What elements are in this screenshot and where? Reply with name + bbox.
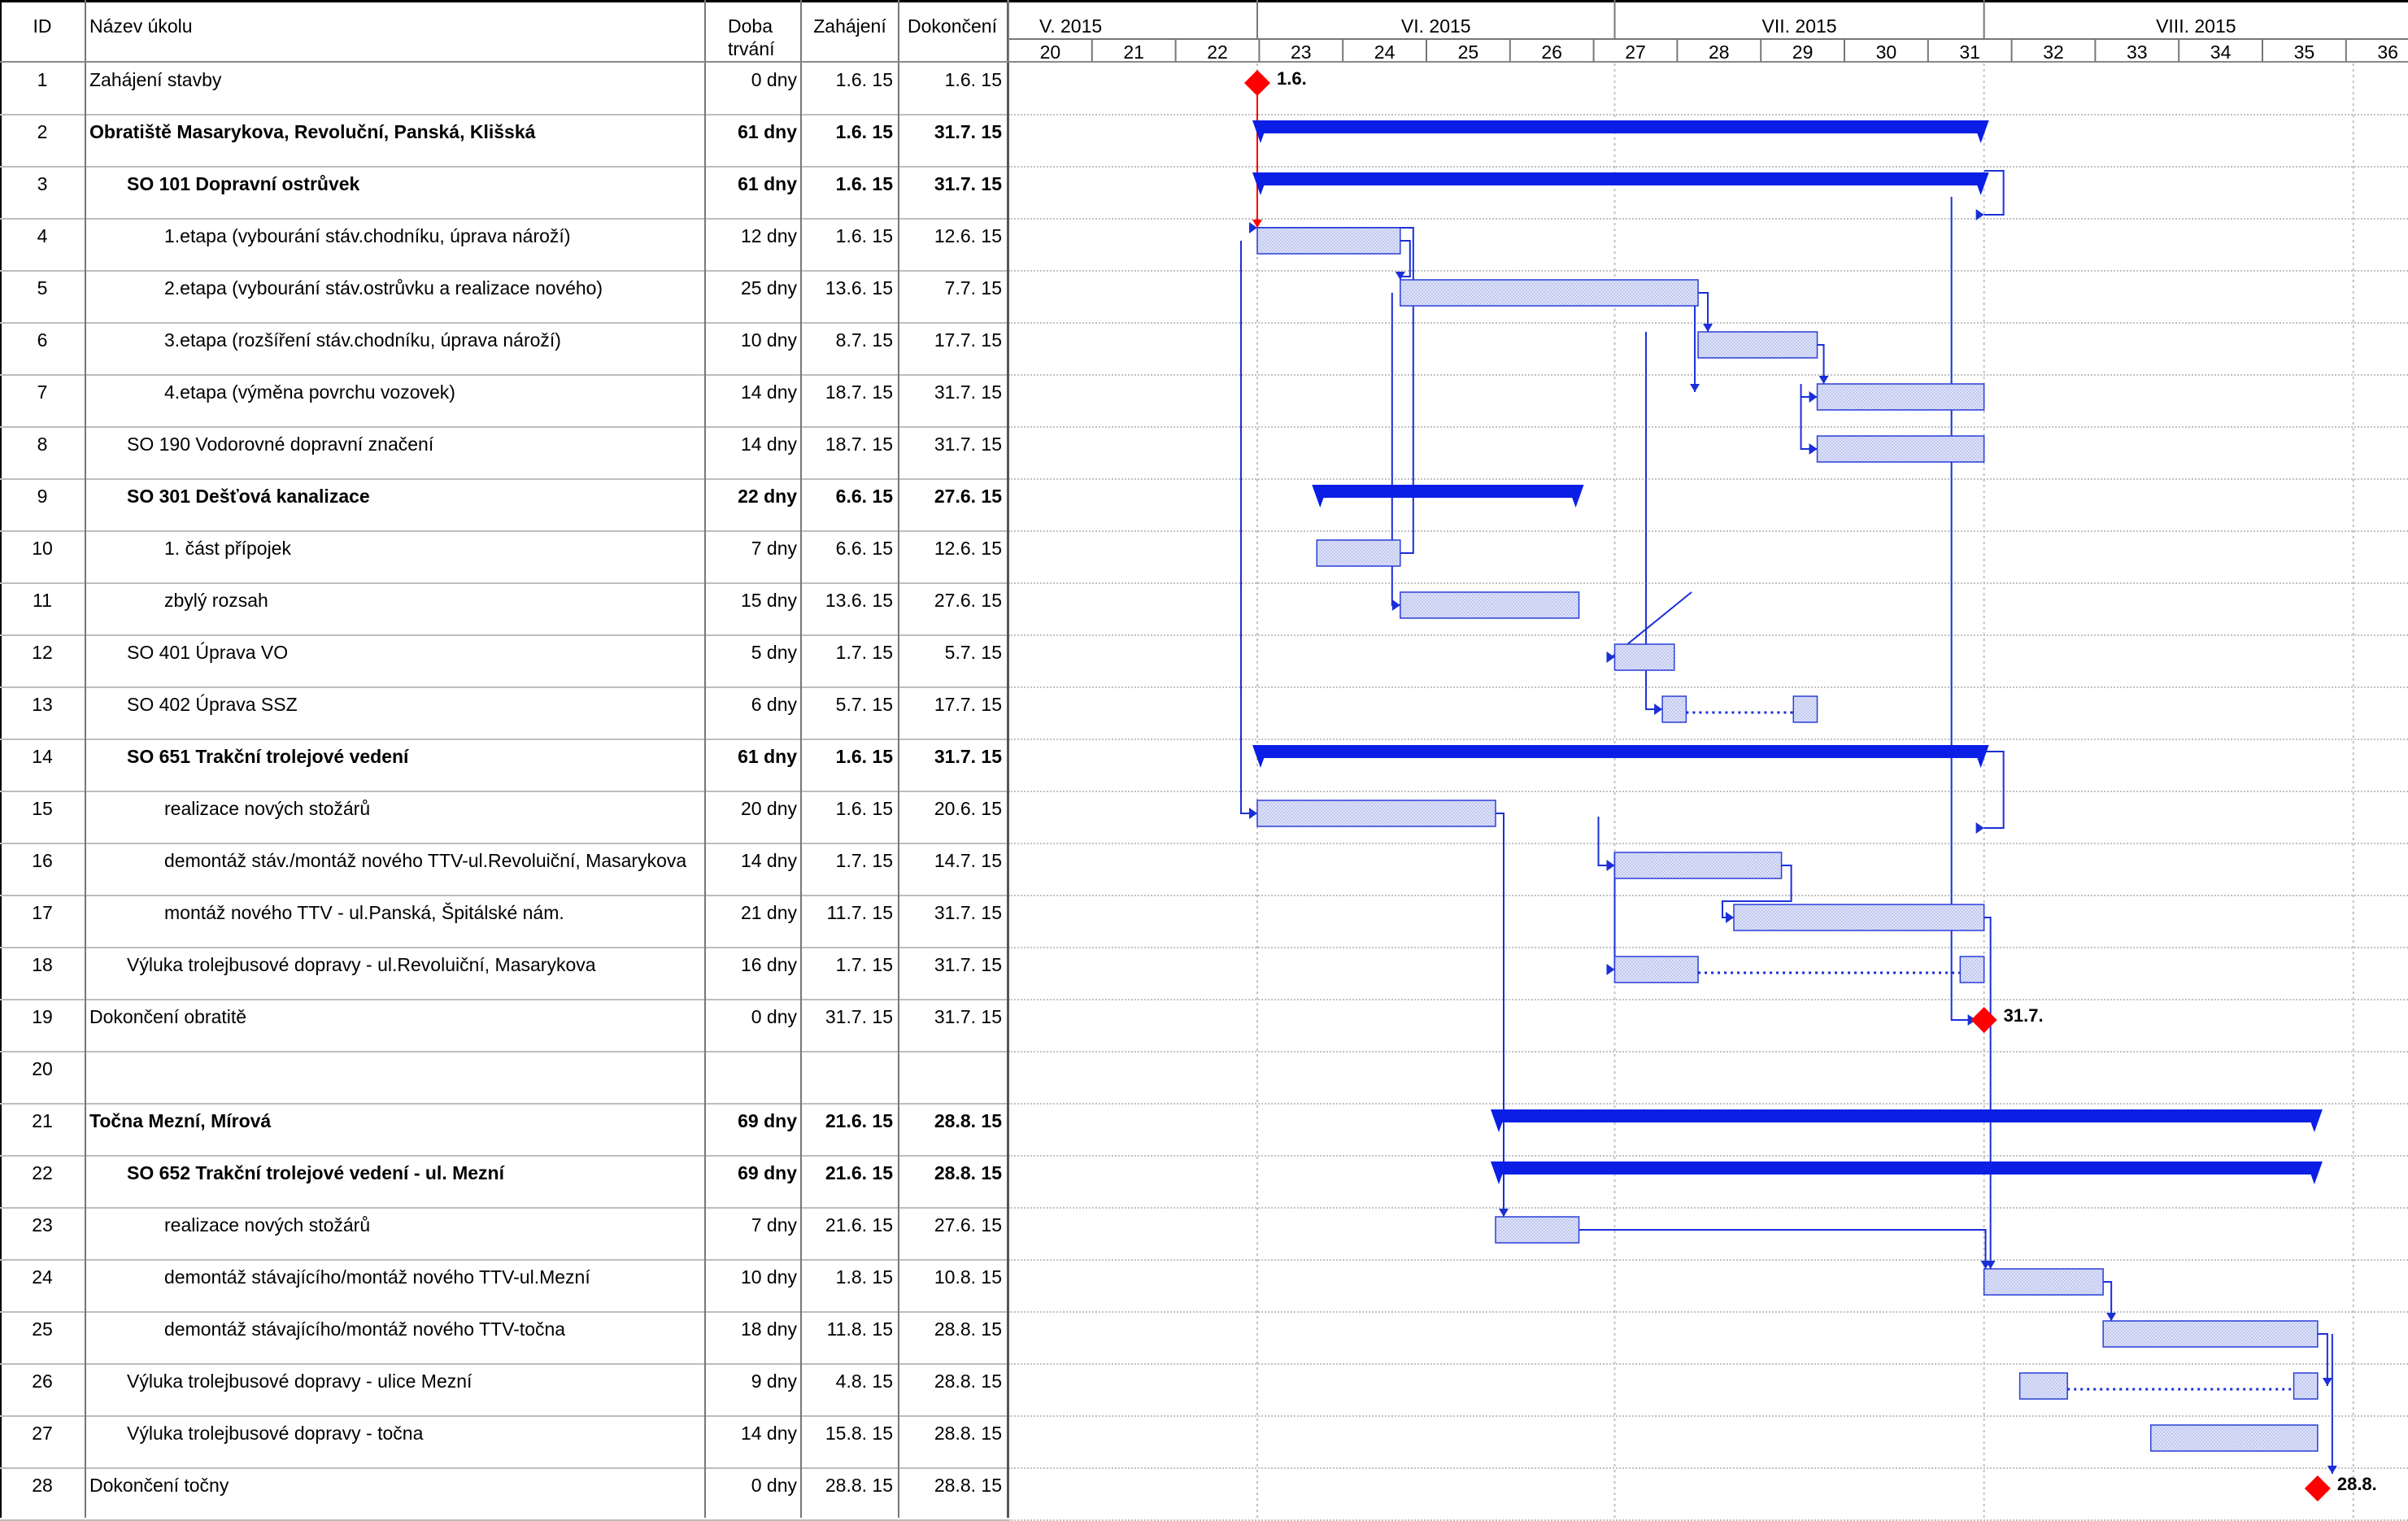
dependency-link xyxy=(1983,917,1992,1269)
task-bars: 1.6. 31.7. 28.8. xyxy=(1244,68,2377,1501)
gantt-view: ID Název úkolu Doba trvání Zahájení Doko… xyxy=(0,0,2408,1521)
link-arrowhead xyxy=(2327,1466,2337,1474)
dependency-link xyxy=(1950,197,1976,1021)
task-bar xyxy=(1816,383,1985,411)
link-arrowhead xyxy=(1690,384,1700,392)
dependency-link xyxy=(1496,813,1504,1217)
timescale-week-label: 28 xyxy=(1709,41,1730,63)
link-arrowhead xyxy=(1726,912,1734,923)
link-arrowhead xyxy=(1391,599,1400,611)
timescale-week-label: 23 xyxy=(1291,41,1312,63)
link-arrowhead xyxy=(1654,704,1663,715)
summary-bar xyxy=(1317,485,1579,498)
timescale-week-label: 32 xyxy=(2043,41,2064,63)
link-arrowhead xyxy=(1249,808,1257,819)
task-bar xyxy=(2150,1424,2319,1452)
timescale-week-label: 21 xyxy=(1123,41,1144,63)
gantt-chart: V. 2015 VI. 2015 VII. 2015 VIII. 2015 20 21 22… xyxy=(1008,0,2408,1518)
timescale-week-label: 35 xyxy=(2294,41,2315,63)
link-arrowhead xyxy=(1606,652,1615,663)
timescale-week-label: 33 xyxy=(2127,41,2148,63)
task-bar xyxy=(2102,1320,2319,1348)
milestone-diamond xyxy=(1970,1007,1997,1033)
summary-bar xyxy=(1257,120,1984,133)
task-bar xyxy=(1983,1268,2104,1296)
link-arrowhead xyxy=(1499,1209,1509,1217)
milestone-date-label: 28.8. xyxy=(2337,1474,2377,1494)
task-bar xyxy=(1661,695,1687,723)
task-bar xyxy=(1400,279,1699,307)
timescale-week-label: 34 xyxy=(2210,41,2232,63)
link-arrowhead xyxy=(1818,376,1829,384)
timescale: V. 2015 VI. 2015 VII. 2015 VIII. 2015 20 21 22… xyxy=(1008,0,2408,63)
dependency-link xyxy=(1983,751,2005,829)
task-bar xyxy=(1613,852,1783,879)
summary-bar xyxy=(1257,745,1984,758)
task-bar xyxy=(1733,904,1985,931)
task-bar xyxy=(2293,1372,2319,1400)
milestone-diamond xyxy=(1244,70,1270,96)
task-bar xyxy=(1316,539,1401,567)
link-arrowhead xyxy=(1975,822,1984,834)
link-arrowhead xyxy=(1606,860,1615,871)
timescale-week-label: 25 xyxy=(1458,41,1479,63)
link-arrowhead xyxy=(2322,1378,2332,1386)
task-bar xyxy=(1613,956,1699,983)
link-arrowhead xyxy=(2106,1313,2117,1321)
timescale-month-label: VI. 2015 xyxy=(1401,15,1471,37)
link-arrowhead xyxy=(1809,443,1818,455)
dependency-link xyxy=(1597,817,1615,866)
task-bar xyxy=(1792,695,1818,723)
task-bar xyxy=(1256,800,1496,827)
timescale-week-label: 20 xyxy=(1040,41,1061,63)
link-arrowhead xyxy=(1703,324,1713,332)
dependency-link xyxy=(1578,1229,1987,1269)
timescale-week-label: 24 xyxy=(1374,41,1396,63)
task-bar xyxy=(1400,591,1580,619)
milestone-diamond xyxy=(2304,1475,2331,1501)
timescale-week-label: 30 xyxy=(1876,41,1897,63)
dependency-link xyxy=(1257,227,1414,554)
summary-bar xyxy=(1496,1161,2318,1175)
summary-bar xyxy=(1496,1109,2318,1122)
task-bar xyxy=(1959,956,1985,983)
timescale-week-label: 29 xyxy=(1792,41,1814,63)
timescale-month-label: V. 2015 xyxy=(1039,15,1102,37)
link-arrowhead xyxy=(1975,209,1984,220)
milestone-date-label: 1.6. xyxy=(1277,68,1307,89)
timescale-week-label: 31 xyxy=(1959,41,1980,63)
summary-bar xyxy=(1257,172,1984,185)
dependency-link xyxy=(1240,241,1257,814)
milestone-date-label: 31.7. xyxy=(2004,1005,2044,1026)
timescale-month-label: VII. 2015 xyxy=(1762,15,1837,37)
timescale-week-label: 27 xyxy=(1625,41,1646,63)
task-bar xyxy=(1495,1216,1580,1244)
task-bar xyxy=(1816,435,1985,463)
timescale-week-label: 36 xyxy=(2377,41,2398,63)
task-bar xyxy=(1613,643,1675,671)
task-bar xyxy=(2018,1372,2068,1400)
timescale-week-label: 26 xyxy=(1541,41,1562,63)
link-arrowhead xyxy=(1809,391,1818,403)
task-bar xyxy=(1697,331,1818,359)
link-arrowhead xyxy=(1606,964,1615,975)
task-bar xyxy=(1256,227,1401,255)
timescale-week-label: 22 xyxy=(1207,41,1228,63)
timescale-month-label: VIII. 2015 xyxy=(2156,15,2236,37)
